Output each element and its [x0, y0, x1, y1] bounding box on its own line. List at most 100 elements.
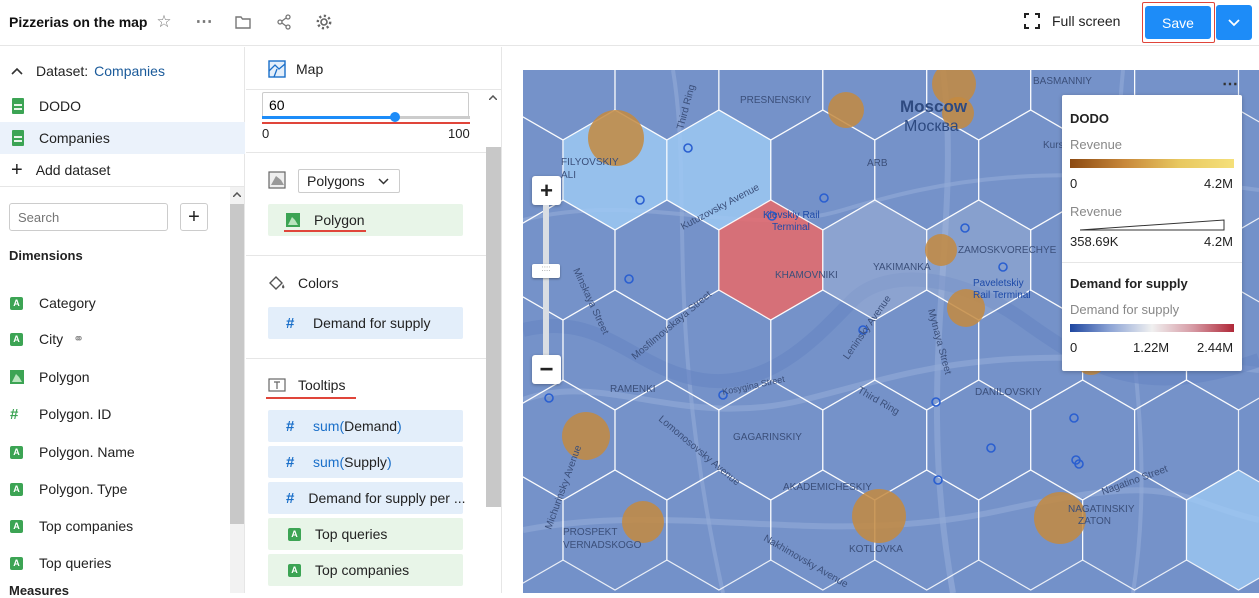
zoom-slider-handle[interactable]: ::::	[532, 264, 560, 278]
opacity-slider-track[interactable]	[262, 116, 470, 119]
pizzeria-circle[interactable]	[852, 489, 906, 543]
dataset-item-dodo[interactable]: DODO	[0, 90, 245, 122]
tooltips-label: Tooltips	[298, 377, 345, 393]
paint-bucket-icon	[268, 275, 286, 291]
dimension-item[interactable]: APolygon. Name	[0, 436, 228, 468]
annotation-underline	[266, 397, 356, 399]
string-type-icon: A	[288, 564, 301, 577]
dimension-item[interactable]: ATop queries	[0, 547, 228, 579]
dfs-min: 0	[1070, 340, 1077, 355]
chevron-down-icon	[1228, 19, 1240, 27]
link-icon: ⚭	[73, 331, 84, 347]
dataset-name-link[interactable]: Companies	[94, 63, 165, 79]
number-type-icon: #	[286, 490, 294, 507]
pizzeria-circle[interactable]	[622, 501, 664, 543]
chevron-down-icon	[378, 178, 389, 185]
save-dropdown-button[interactable]	[1216, 5, 1252, 40]
map-label: GAGARINSKIY	[733, 432, 802, 443]
pizzeria-circle[interactable]	[828, 92, 864, 128]
opacity-input[interactable]	[262, 92, 469, 118]
dimension-item[interactable]: APolygon. Type	[0, 473, 228, 505]
tooltip-field-chip[interactable]: A Top companies	[268, 554, 463, 586]
gear-icon[interactable]	[314, 12, 334, 32]
opacity-slider-handle[interactable]	[390, 112, 400, 122]
tooltip-field-label: Top companies	[315, 562, 409, 578]
tooltip-field-chip[interactable]: # Demand for supply per ...	[268, 482, 463, 514]
dimension-label: Polygon. ID	[39, 406, 111, 422]
tooltip-field-chip[interactable]: A Top queries	[268, 518, 463, 550]
dataset-item-label: DODO	[39, 98, 81, 114]
star-icon[interactable]: ☆	[154, 12, 174, 32]
sheet-icon	[12, 130, 24, 146]
map-label: DANILOVSKIY	[975, 387, 1042, 398]
add-field-button[interactable]: +	[180, 203, 208, 231]
slider-min: 0	[262, 126, 269, 141]
size-max: 4.2M	[1204, 234, 1233, 249]
dfs-color-scale	[1070, 324, 1234, 332]
string-type-icon: A	[10, 520, 23, 533]
layer-type-select[interactable]: Polygons	[298, 169, 400, 193]
dimension-label: Top queries	[39, 555, 111, 571]
dimension-label: Top companies	[39, 518, 133, 534]
save-button[interactable]: Save	[1145, 6, 1211, 39]
map-label: Paveletskiy	[973, 278, 1024, 289]
map-label: ZAMOSKVORECHYE	[958, 245, 1057, 256]
tooltip-field-label: Demand for supply per ...	[308, 490, 465, 506]
chart-type-selector[interactable]: Map	[268, 60, 323, 78]
colors-field-chip[interactable]: # Demand for supply	[268, 307, 463, 339]
string-type-icon: A	[10, 297, 23, 310]
dimension-item[interactable]: A Top companies	[0, 510, 228, 542]
tooltip-field-label: Top queries	[315, 526, 387, 542]
dimension-item[interactable]: ACity⚭	[0, 323, 228, 355]
map-label: BASMANNIY	[1033, 76, 1092, 87]
pizzeria-circle[interactable]	[562, 412, 610, 460]
map-label: YAKIMANKA	[873, 262, 931, 273]
dataset-panel: Dataset: Companies DODO Companies + Add …	[0, 47, 245, 593]
search-input[interactable]	[9, 203, 168, 231]
plus-icon: +	[540, 178, 553, 204]
divider	[246, 358, 486, 359]
fullscreen-label: Full screen	[1052, 13, 1120, 29]
tooltip-field-chip[interactable]: #sum(Demand)	[268, 410, 463, 442]
annotation-underline	[262, 122, 470, 124]
mid-scrollbar[interactable]	[486, 91, 501, 511]
aggregation-prefix: sum(	[313, 418, 344, 434]
annotation-underline	[284, 230, 366, 232]
colors-field-label: Demand for supply	[313, 315, 431, 331]
revenue-max: 4.2M	[1204, 176, 1233, 191]
slider-max: 100	[448, 126, 470, 141]
map-label: PRESNENSKIY	[740, 95, 811, 106]
dfs-max: 2.44M	[1197, 340, 1233, 355]
legend-title-dfs: Demand for supply	[1070, 276, 1188, 291]
dataset-item-companies[interactable]: Companies	[0, 122, 245, 154]
zoom-in-button[interactable]: +	[532, 176, 561, 205]
size-min: 358.69K	[1070, 234, 1118, 249]
map-label: KOTLOVKA	[849, 544, 903, 555]
layer-type-value: Polygons	[307, 173, 365, 189]
more-icon[interactable]: ⋯	[194, 12, 214, 32]
dimension-item[interactable]: #Polygon. ID	[0, 398, 228, 430]
revenue-color-scale	[1070, 159, 1234, 168]
folder-icon[interactable]	[233, 12, 253, 32]
share-icon[interactable]	[274, 12, 294, 32]
minus-icon: −	[539, 356, 553, 384]
geo-icon	[10, 370, 24, 384]
zoom-slider-track[interactable]: ::::	[543, 205, 549, 355]
map-label: Terminal	[772, 222, 810, 233]
dimension-item[interactable]: Polygon	[0, 361, 228, 393]
string-type-icon: A	[10, 446, 23, 459]
string-type-icon: A	[288, 528, 301, 541]
map-label: Москва	[904, 118, 959, 135]
dimension-item[interactable]: A Category	[0, 287, 228, 319]
zoom-out-button[interactable]: −	[532, 355, 561, 384]
dimension-label: Category	[39, 295, 96, 311]
fullscreen-icon	[1024, 13, 1040, 29]
dfs-mid: 1.22M	[1133, 340, 1169, 355]
left-scrollbar[interactable]	[230, 187, 244, 593]
add-dataset-button[interactable]: + Add dataset	[0, 154, 245, 186]
tooltip-field-chip[interactable]: #sum(Supply)	[268, 446, 463, 478]
map-more-icon[interactable]: ⋯	[1222, 74, 1238, 94]
dataset-header[interactable]: Dataset: Companies	[0, 55, 245, 87]
chart-type-label: Map	[296, 61, 323, 77]
fullscreen-button[interactable]: Full screen	[1024, 13, 1120, 29]
